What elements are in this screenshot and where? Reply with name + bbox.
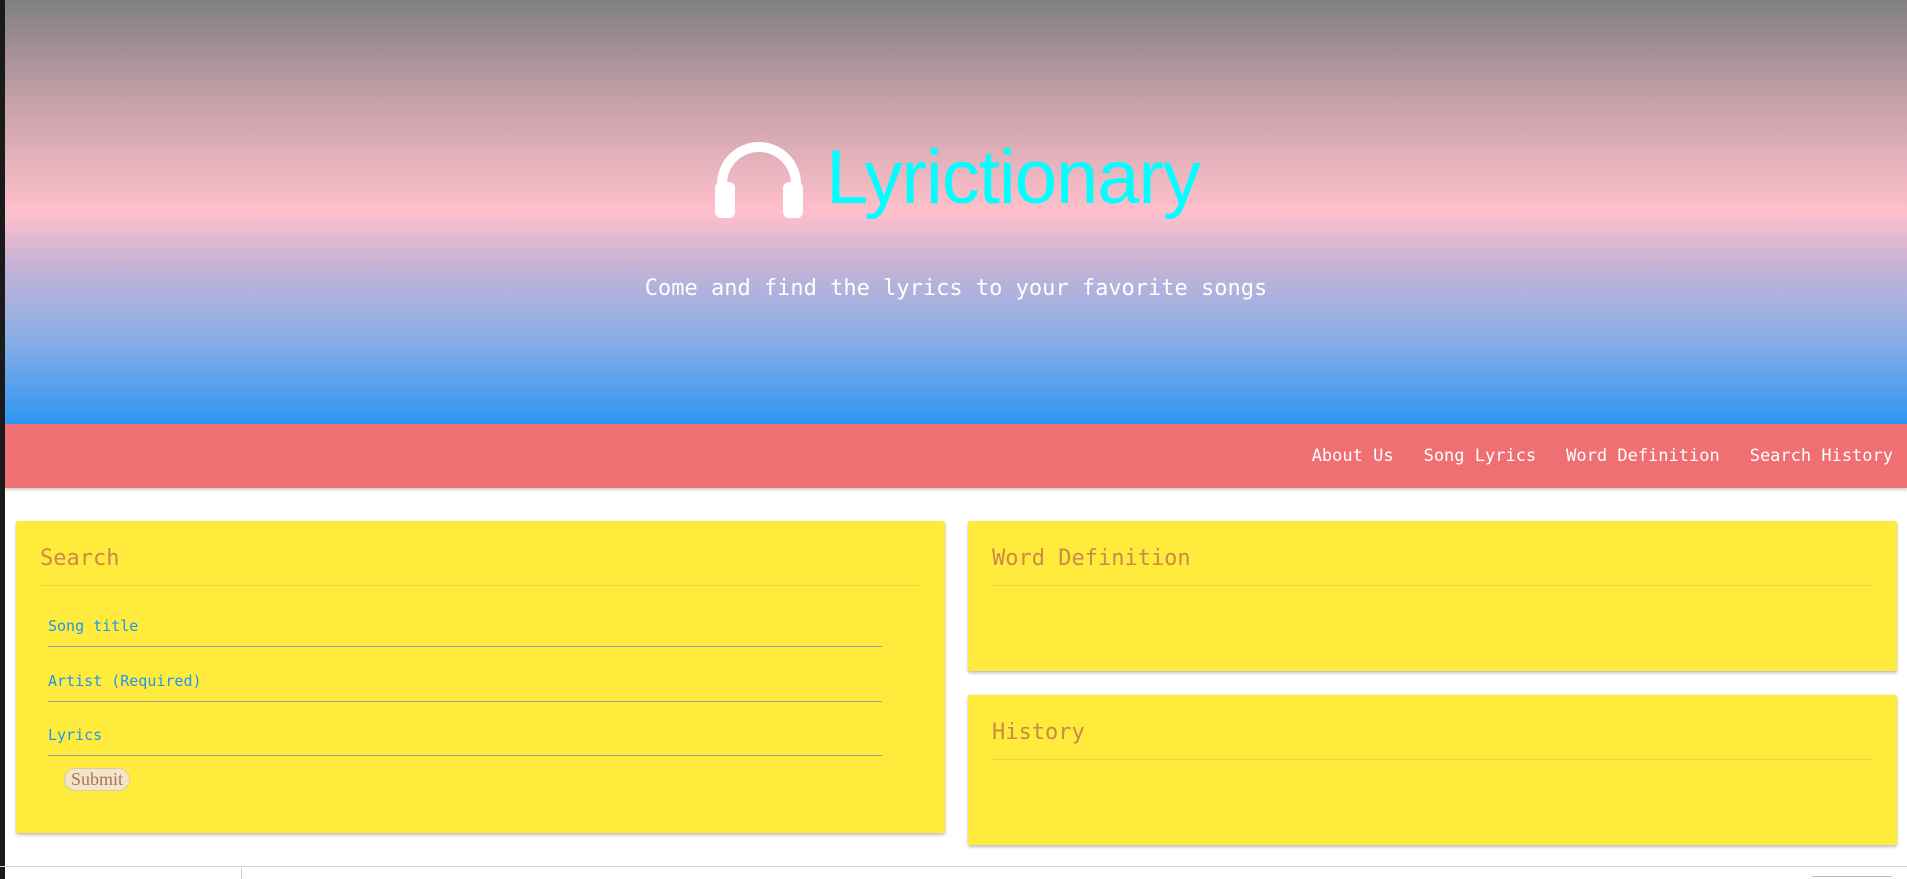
headphones-icon bbox=[712, 138, 806, 218]
nav-links: About Us Song Lyrics Word Definition Sea… bbox=[1312, 424, 1893, 488]
footer-divider bbox=[0, 866, 1907, 867]
brand: Lyrictionary bbox=[5, 138, 1907, 218]
card-divider bbox=[992, 585, 1873, 586]
word-definition-card: Word Definition bbox=[968, 521, 1897, 671]
nav-link-word-definition[interactable]: Word Definition bbox=[1566, 446, 1720, 466]
submit-button[interactable]: Submit bbox=[64, 768, 131, 791]
artist-input[interactable] bbox=[48, 661, 882, 702]
hero-header: Lyrictionary Come and find the lyrics to… bbox=[5, 0, 1907, 424]
navbar: About Us Song Lyrics Word Definition Sea… bbox=[5, 424, 1907, 488]
page: Lyrictionary Come and find the lyrics to… bbox=[0, 0, 1907, 879]
tagline: Come and find the lyrics to your favorit… bbox=[644, 276, 1268, 301]
brand-name: Lyrictionary bbox=[826, 135, 1201, 220]
word-definition-card-title: Word Definition bbox=[992, 546, 1191, 571]
search-card-title: Search bbox=[40, 546, 120, 571]
lyrics-input[interactable] bbox=[48, 715, 882, 756]
nav-link-search-history[interactable]: Search History bbox=[1750, 446, 1893, 466]
history-card: History bbox=[968, 695, 1897, 845]
song-title-input[interactable] bbox=[48, 606, 882, 647]
card-divider bbox=[992, 759, 1873, 760]
history-card-title: History bbox=[992, 720, 1085, 745]
footer-separator bbox=[1812, 876, 1892, 877]
nav-link-about-us[interactable]: About Us bbox=[1312, 446, 1394, 466]
nav-link-song-lyrics[interactable]: Song Lyrics bbox=[1424, 446, 1537, 466]
card-divider bbox=[40, 585, 921, 586]
footer-separator bbox=[241, 868, 242, 879]
